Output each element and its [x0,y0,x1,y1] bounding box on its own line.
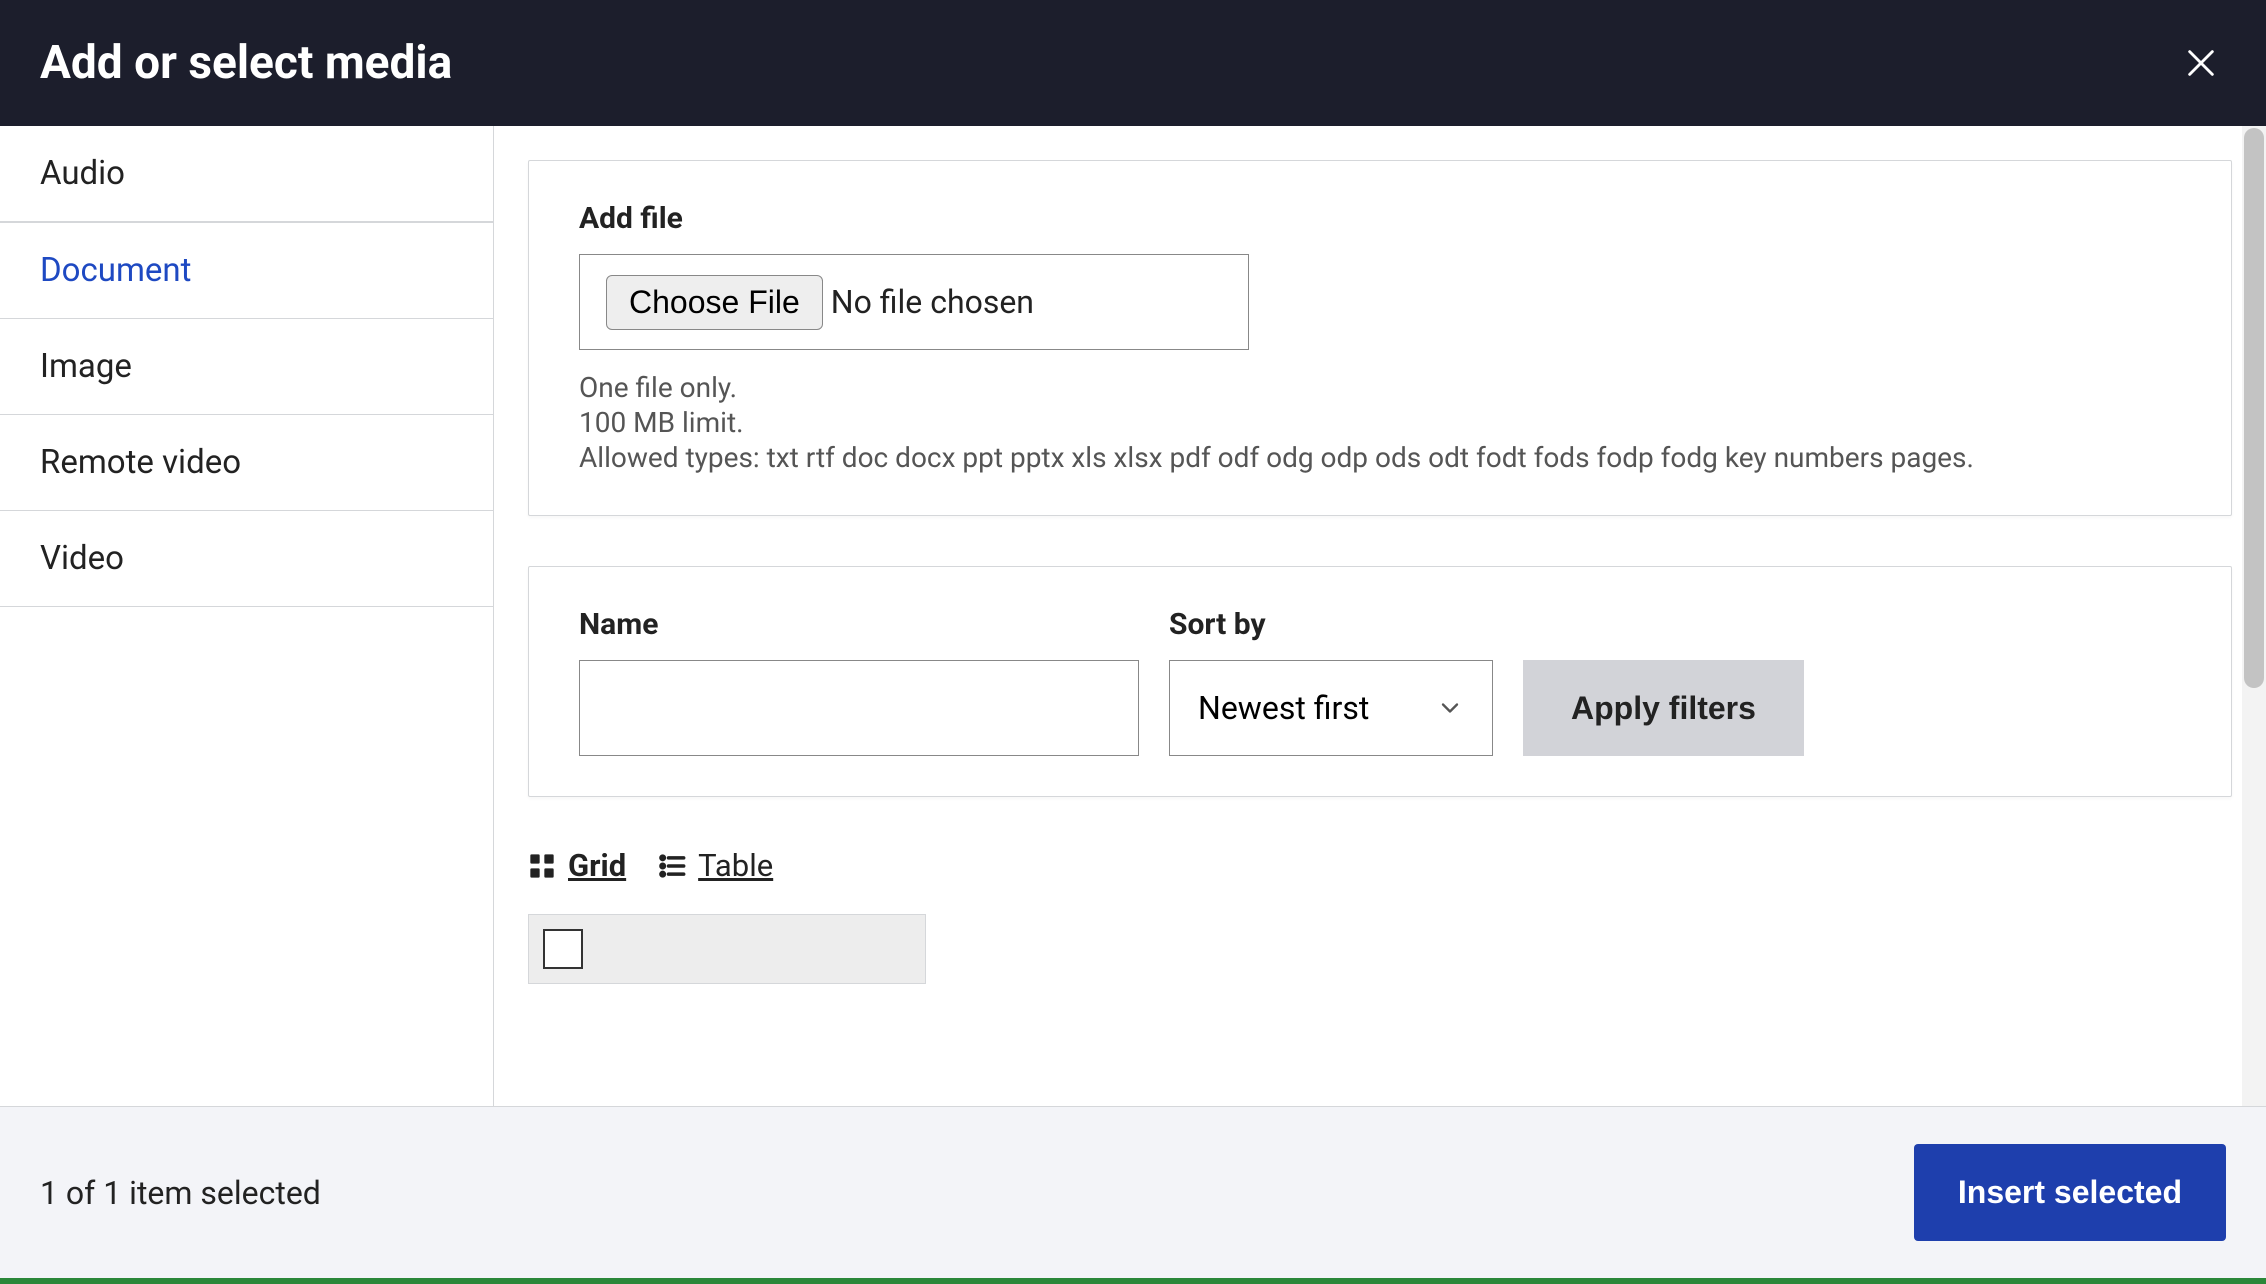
view-toggle: Grid Table [528,847,2232,914]
file-picker[interactable]: Choose File No file chosen [579,254,1249,350]
selection-status: 1 of 1 item selected [40,1174,321,1212]
sidebar-item-audio[interactable]: Audio [0,126,493,222]
add-file-label: Add file [579,201,2181,236]
upload-panel: Add file Choose File No file chosen One … [528,160,2232,516]
sort-by-value: Newest first [1198,689,1369,727]
sort-by-label: Sort by [1169,607,1493,642]
name-filter-label: Name [579,607,1139,642]
sidebar-item-document[interactable]: Document [0,222,493,319]
sort-by-select[interactable]: Newest first [1169,660,1493,756]
view-grid-label: Grid [568,847,626,884]
view-table-link[interactable]: Table [658,847,773,884]
media-type-sidebar: Audio Document Image Remote video Video [0,126,494,1106]
insert-selected-button[interactable]: Insert selected [1914,1144,2226,1241]
close-icon [2184,46,2218,80]
chevron-down-icon [1436,694,1464,722]
file-hint-limit2: 100 MB limit. [579,405,2181,440]
choose-file-button[interactable]: Choose File [606,275,823,330]
sidebar-item-image[interactable]: Image [0,319,493,415]
file-hint-limit1: One file only. [579,370,2181,405]
view-table-label: Table [698,847,773,884]
file-hint-types: Allowed types: txt rtf doc docx ppt pptx… [579,440,2181,475]
file-status: No file chosen [831,283,1034,321]
sidebar-item-remote-video[interactable]: Remote video [0,415,493,511]
filter-panel: Name Sort by Newest first Apply filters [528,566,2232,797]
grid-icon [528,852,556,880]
scrollbar-thumb[interactable] [2244,128,2264,688]
apply-filters-button[interactable]: Apply filters [1523,660,1804,756]
scrollbar[interactable] [2242,126,2266,1106]
media-item-checkbox[interactable] [543,929,583,969]
view-grid-link[interactable]: Grid [528,847,626,884]
modal-title: Add or select media [40,36,452,90]
sidebar-item-video[interactable]: Video [0,511,493,607]
media-item[interactable] [528,914,926,984]
close-button[interactable] [2176,38,2226,88]
list-icon [658,852,686,880]
name-filter-input[interactable] [579,660,1139,756]
